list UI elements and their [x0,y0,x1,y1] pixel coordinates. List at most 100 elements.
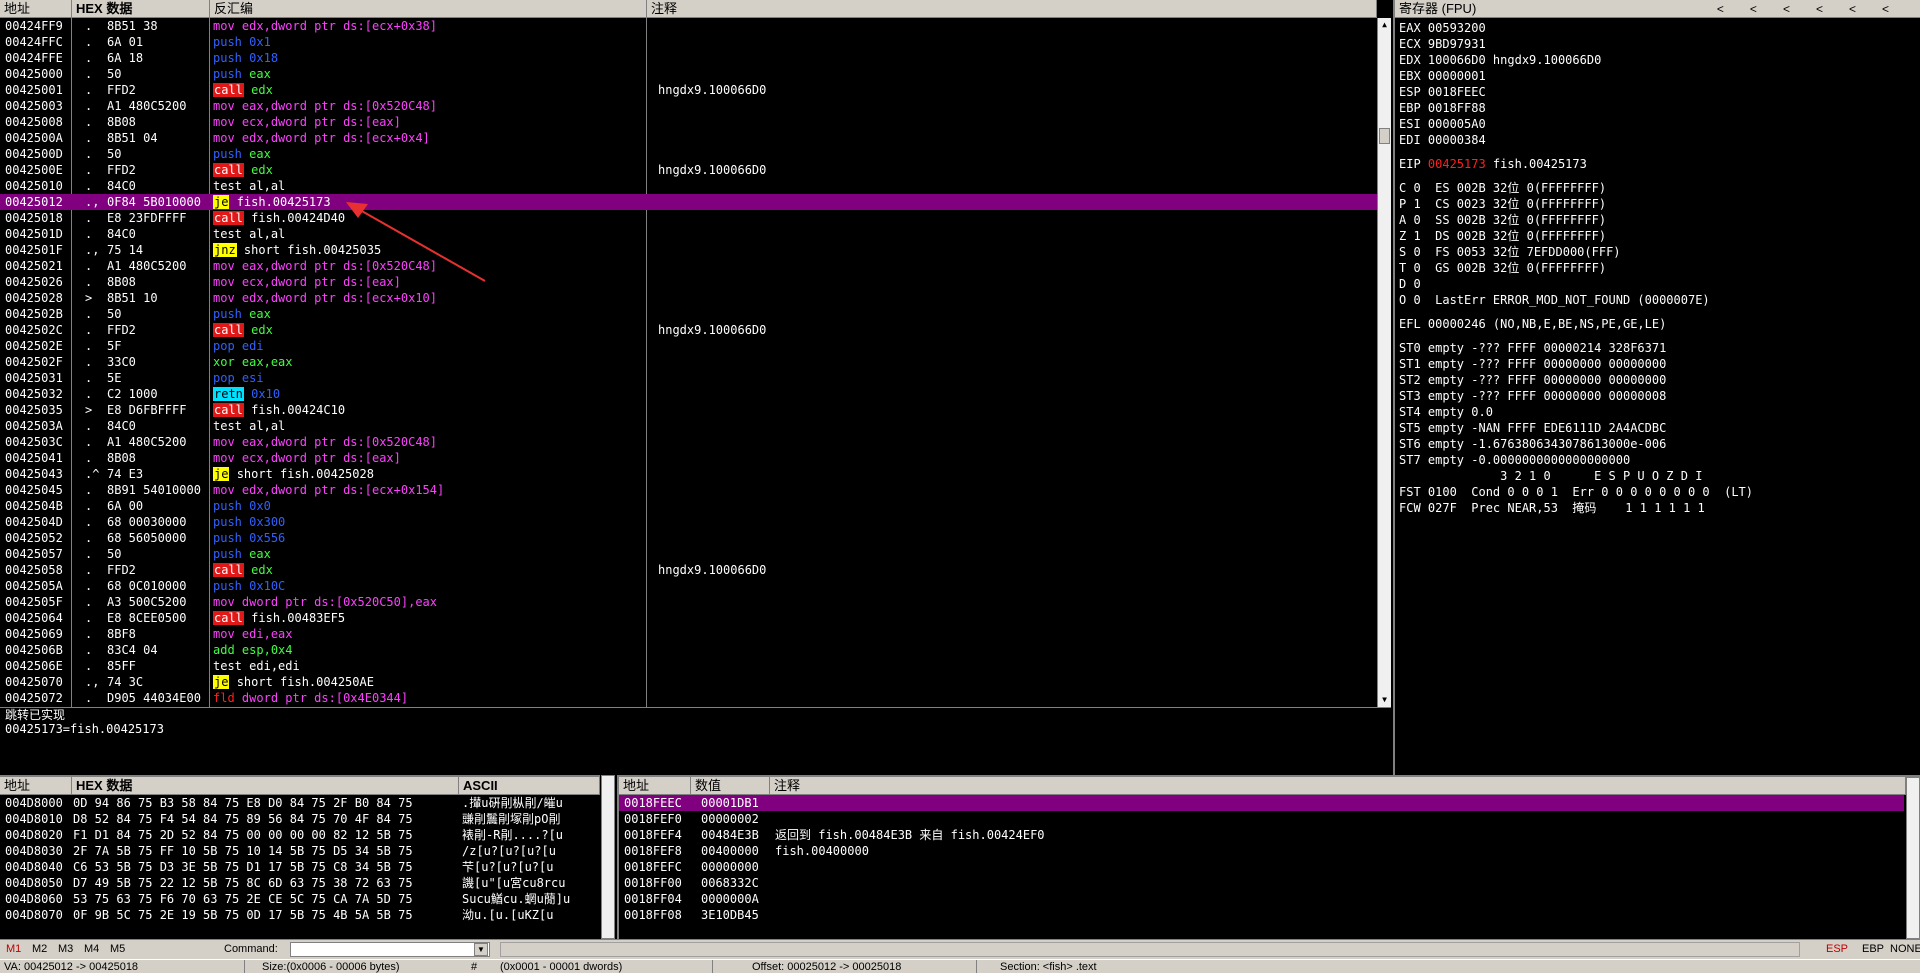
register-line[interactable]: D 0 [1399,276,1920,292]
register-line[interactable]: FCW 027F Prec NEAR,53 掩码 1 1 1 1 1 1 [1399,500,1920,516]
command-input[interactable] [290,942,490,957]
register-line[interactable]: EDI 00000384 [1399,132,1920,148]
disasm-row[interactable]: 00425045. 8B91 54010000 mov edx,dword ptr … [0,482,1377,498]
stack-row[interactable]: 0018FEEC 00001DB1 [619,795,1904,811]
disasm-row[interactable]: 0042502F. 33C0 xor eax,eax [0,354,1377,370]
stack-header-value[interactable]: 数值 [691,777,770,795]
disasm-row[interactable]: 00425057. 50 push eax [0,546,1377,562]
register-line[interactable]: ST5 empty -NAN FFFF EDE6111D 2A4ACDBC [1399,420,1920,436]
tab-m4[interactable]: M4 [84,943,99,955]
register-line[interactable]: EBX 00000001 [1399,68,1920,84]
disasm-row[interactable]: 00425043 .^ 74 E3 je short fish.00425028 [0,466,1377,482]
register-line[interactable]: EAX 00593200 [1399,20,1920,36]
disasm-row[interactable]: 00425032. C2 1000 retn 0x10 [0,386,1377,402]
disasm-row[interactable]: 0042502C. FFD2 call edx hngdx9.100066D0 [0,322,1377,338]
disasm-row[interactable]: 00425028 >8B51 10 mov edx,dword ptr ds:[ec… [0,290,1377,306]
disasm-row[interactable]: 0042503C. A1 480C5200 mov eax,dword ptr ds… [0,434,1377,450]
disasm-row[interactable]: 00424FF9. 8B51 38 mov edx,dword ptr ds:[ec… [0,18,1377,34]
memory-dump-pane[interactable]: 地址 HEX 数据 ASCII 004D8000 0D 94 86 75 B3 5… [0,775,600,939]
nav-arrow-icon[interactable]: < [1750,2,1783,16]
col-header-address[interactable]: 地址 [0,0,72,18]
disasm-row[interactable]: 0042502B. 50 push eax [0,306,1377,322]
disasm-row[interactable]: 00425041. 8B08 mov ecx,dword ptr ds:[eax] [0,450,1377,466]
disasm-row[interactable]: 0042505F. A3 500C5200 mov dword ptr ds:[0x… [0,594,1377,610]
register-line[interactable]: FST 0100 Cond 0 0 0 1 Err 0 0 0 0 0 0 0 … [1399,484,1920,500]
register-line[interactable]: EDX 100066D0 hngdx9.100066D0 [1399,52,1920,68]
disasm-row[interactable]: 00425026. 8B08 mov ecx,dword ptr ds:[eax] [0,274,1377,290]
stack-row[interactable]: 0018FF08 3E10DB45 [619,907,1904,923]
register-line[interactable]: S 0 FS 0053 32位 7EFDD000(FFF) [1399,244,1920,260]
dump-row[interactable]: 004D8060 53 75 63 75 F6 70 63 75 2E CE 5C… [0,891,600,907]
dump-row[interactable]: 004D8050 D7 49 5B 75 22 12 5B 75 8C 6D 63… [0,875,600,891]
disasm-row[interactable]: 00425012., 0F84 5B010000 je fish.00425173 [0,194,1377,210]
disasm-row[interactable]: 00424FFE. 6A 18 push 0x18 [0,50,1377,66]
register-line[interactable]: ECX 9BD97931 [1399,36,1920,52]
stack-row[interactable]: 0018FEF4 00484E3B 返回到 fish.00484E3B 来自 fis… [619,827,1904,843]
dump-row[interactable]: 004D8030 2F 7A 5B 75 FF 10 5B 75 10 14 5B… [0,843,600,859]
register-line[interactable]: ST1 empty -??? FFFF 00000000 00000000 [1399,356,1920,372]
register-line[interactable]: ESP 0018FEEC [1399,84,1920,100]
register-line[interactable]: ST3 empty -??? FFFF 00000000 00000008 [1399,388,1920,404]
register-line[interactable]: ST4 empty 0.0 [1399,404,1920,420]
stack-row[interactable]: 0018FF00 0068332C [619,875,1904,891]
disasm-row[interactable]: 0042505A. 68 0C010000 push 0x10C [0,578,1377,594]
register-line[interactable]: Z 1 DS 002B 32位 0(FFFFFFFF) [1399,228,1920,244]
disasm-row[interactable]: 00425031. 5E pop esi [0,370,1377,386]
register-line[interactable]: EFL 00000246 (NO,NB,E,BE,NS,PE,GE,LE) [1399,316,1920,332]
disasm-row[interactable]: 0042501D. 84C0 test al,al [0,226,1377,242]
nav-arrow-icon[interactable]: < [1783,2,1816,16]
tab-m5[interactable]: M5 [110,943,125,955]
ebp-toggle[interactable]: EBP [1862,943,1884,955]
nav-arrow-icon[interactable]: < [1849,2,1882,16]
nav-arrow-icon[interactable]: < [1717,2,1750,16]
dump-row[interactable]: 004D8020 F1 D1 84 75 2D 52 84 75 00 00 00… [0,827,600,843]
nav-arrow-icon[interactable]: < [1816,2,1849,16]
col-header-hex[interactable]: HEX 数据 [72,0,210,18]
disasm-row[interactable]: 00425058. FFD2 call edx hngdx9.100066D0 [0,562,1377,578]
registers-pane[interactable]: 寄存器 (FPU) <<<<<< EAX 00593200 ECX 9BD9793… [1393,0,1920,775]
dump-header-ascii[interactable]: ASCII [459,777,600,795]
command-dropdown-icon[interactable]: ▼ [474,943,488,956]
disassembly-rows[interactable]: 00424FF9. 8B51 38 mov edx,dword ptr ds:[ec… [0,18,1377,707]
stack-row[interactable]: 0018FEF0 00000002 [619,811,1904,827]
dump-row[interactable]: 004D8000 0D 94 86 75 B3 58 84 75 E8 D0 84… [0,795,600,811]
register-line[interactable]: 3 2 1 0 E S P U O Z D I [1399,468,1920,484]
dump-rows[interactable]: 004D8000 0D 94 86 75 B3 58 84 75 E8 D0 84… [0,795,600,939]
disasm-row[interactable]: 00425072. D905 44034E00 fld dword ptr ds:[… [0,690,1377,706]
esp-toggle[interactable]: ESP [1826,943,1848,955]
register-line[interactable]: ST0 empty -??? FFFF 00000214 328F6371 [1399,340,1920,356]
register-nav-arrows[interactable]: <<<<<< [1717,0,1915,17]
disasm-row[interactable]: 0042502E. 5F pop edi [0,338,1377,354]
stack-row[interactable]: 0018FF04 0000000A [619,891,1904,907]
disasm-row[interactable]: 0042504B. 6A 00 push 0x0 [0,498,1377,514]
disasm-row[interactable]: 0042501F., 75 14 jnz short fish.00425035 [0,242,1377,258]
scroll-up-arrow[interactable]: ▲ [1378,18,1391,32]
register-line[interactable]: ST2 empty -??? FFFF 00000000 00000000 [1399,372,1920,388]
disasm-row[interactable]: 00425069. 8BF8 mov edi,eax [0,626,1377,642]
disasm-row[interactable]: 00425070., 74 3C je short fish.004250AE [0,674,1377,690]
disassembly-pane[interactable]: 地址 HEX 数据 反汇编 注释 00424FF9. 8B51 38 mov edx… [0,0,1391,707]
dump-scrollbar[interactable] [601,775,615,939]
register-line[interactable]: T 0 GS 002B 32位 0(FFFFFFFF) [1399,260,1920,276]
register-line[interactable]: ST6 empty -1.6763806343078613000e-006 [1399,436,1920,452]
disasm-row[interactable]: 0042504D. 68 00030000 push 0x300 [0,514,1377,530]
disasm-row[interactable]: 00425064. E8 8CEE0500 call fish.00483EF5 [0,610,1377,626]
nav-arrow-icon[interactable]: < [1882,2,1915,16]
stack-rows[interactable]: 0018FEEC 00001DB1 0018FEF0 00000002 0018FEF4… [619,795,1904,939]
stack-scrollbar[interactable] [1906,777,1920,939]
tab-m2[interactable]: M2 [32,943,47,955]
register-line[interactable]: EIP 00425173 fish.00425173 [1399,156,1920,172]
register-list[interactable]: EAX 00593200 ECX 9BD97931 EDX 100066D0 hng… [1399,20,1920,775]
dump-header-address[interactable]: 地址 [0,777,72,795]
disasm-row[interactable]: 0042500D. 50 push eax [0,146,1377,162]
disasm-row[interactable]: 00425003. A1 480C5200 mov eax,dword ptr ds… [0,98,1377,114]
tab-m1[interactable]: M1 [6,943,21,955]
disasm-row[interactable]: 00425000. 50 push eax [0,66,1377,82]
disasm-row[interactable]: 00425008. 8B08 mov ecx,dword ptr ds:[eax] [0,114,1377,130]
col-header-comment[interactable]: 注释 [647,0,1377,18]
register-line[interactable]: C 0 ES 002B 32位 0(FFFFFFFF) [1399,180,1920,196]
disasm-row[interactable]: 00425010. 84C0 test al,al [0,178,1377,194]
register-line[interactable]: A 0 SS 002B 32位 0(FFFFFFFF) [1399,212,1920,228]
registers-header[interactable]: 寄存器 (FPU) <<<<<< [1395,0,1920,18]
disasm-row[interactable]: 0042506E. 85FF test edi,edi [0,658,1377,674]
